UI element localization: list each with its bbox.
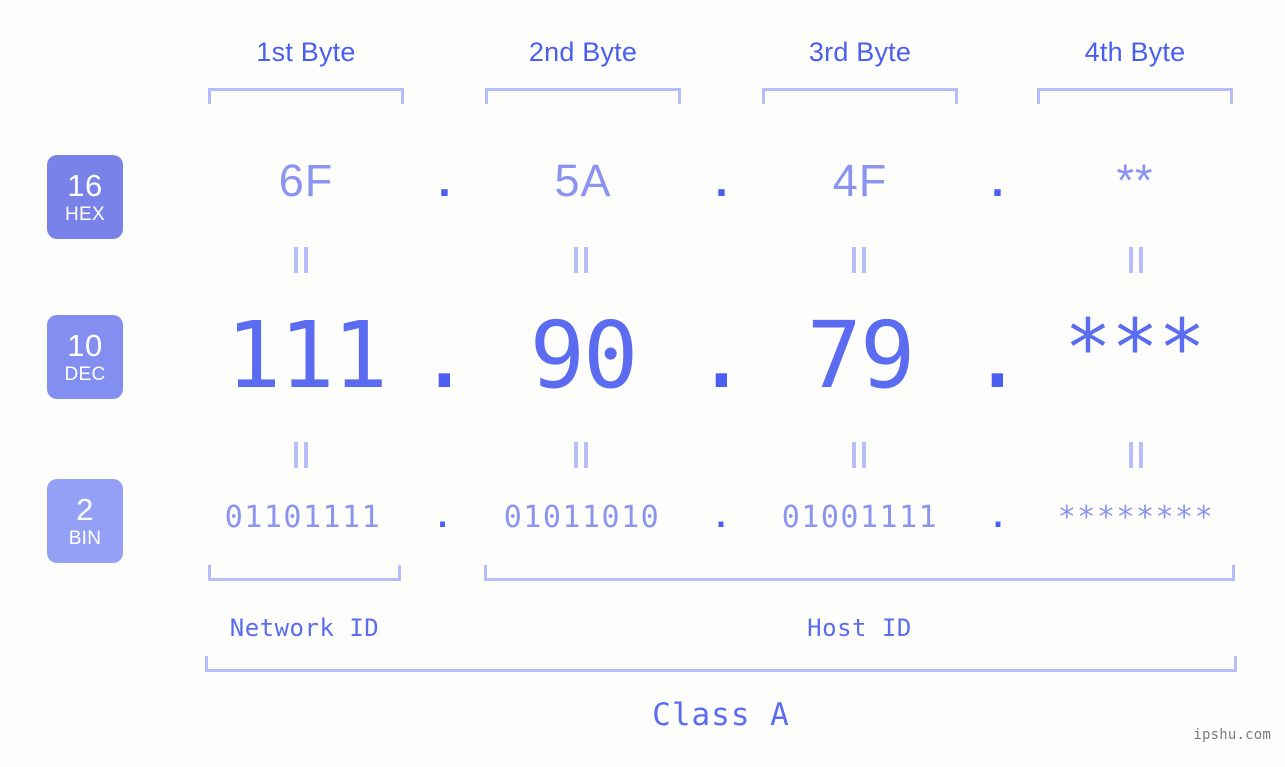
dec-separator-1: .: [416, 302, 473, 409]
bin-separator-1: .: [433, 500, 452, 535]
equals-mark-hex-dec-3: [850, 247, 868, 273]
base-badge-bin-number: 2: [76, 492, 94, 527]
equals-mark-dec-bin-2: [572, 442, 590, 468]
base-badge-dec: 10 DEC: [47, 315, 123, 399]
base-badge-hex: 16 HEX: [47, 155, 123, 239]
dec-separator-3: .: [969, 302, 1026, 409]
bin-byte-2: 01011010: [503, 500, 661, 535]
hex-byte-2: 5A: [554, 155, 612, 206]
hex-separator-2: .: [715, 155, 728, 206]
class-label: Class A: [652, 697, 790, 733]
equals-mark-dec-bin-1: [292, 442, 310, 468]
byte-bracket-4: [1037, 88, 1233, 104]
byte-header-label-4: 4th Byte: [1084, 37, 1186, 67]
base-badge-hex-number: 16: [67, 168, 103, 203]
byte-header-label-2: 2nd Byte: [528, 37, 638, 67]
bin-byte-3: 01001111: [781, 500, 939, 535]
equals-mark-hex-dec-4: [1127, 247, 1145, 273]
equals-mark-dec-bin-3: [850, 442, 868, 468]
hex-byte-4: **: [1116, 155, 1154, 206]
base-badge-dec-name: DEC: [64, 364, 106, 385]
bin-byte-4: ********: [1057, 500, 1215, 535]
host-id-bracket: [484, 565, 1235, 581]
class-bracket: [205, 656, 1237, 672]
byte-bracket-2: [485, 88, 681, 104]
byte-header-label-3: 3rd Byte: [808, 37, 912, 67]
equals-mark-dec-bin-4: [1127, 442, 1145, 468]
dec-byte-4: ***: [1064, 304, 1206, 394]
hex-separator-3: .: [991, 155, 1004, 206]
equals-mark-hex-dec-2: [572, 247, 590, 273]
base-badge-bin: 2 BIN: [47, 479, 123, 563]
byte-bracket-1: [208, 88, 404, 104]
site-watermark: ipshu.com: [1193, 727, 1271, 743]
network-id-label: Network ID: [229, 614, 380, 642]
host-id-label: Host ID: [807, 614, 912, 642]
equals-mark-hex-dec-1: [292, 247, 310, 273]
byte-header-label-1: 1st Byte: [256, 37, 356, 67]
ip-byte-breakdown-diagram: 1st Byte 2nd Byte 3rd Byte 4th Byte 16 H…: [0, 0, 1285, 767]
network-id-bracket: [208, 565, 401, 581]
base-badge-dec-number: 10: [67, 328, 103, 363]
dec-byte-2: 90: [529, 302, 639, 409]
byte-bracket-3: [762, 88, 958, 104]
dec-separator-2: .: [693, 302, 750, 409]
hex-byte-3: 4F: [832, 155, 888, 206]
base-badge-bin-name: BIN: [68, 528, 102, 549]
hex-separator-1: .: [438, 155, 451, 206]
bin-separator-3: .: [988, 500, 1008, 535]
base-badge-hex-name: HEX: [65, 204, 105, 225]
dec-byte-1: 111: [225, 302, 388, 409]
hex-byte-1: 6F: [278, 155, 334, 206]
bin-separator-2: .: [711, 500, 731, 535]
bin-byte-1: 01101111: [224, 500, 382, 535]
dec-byte-3: 79: [806, 302, 916, 409]
